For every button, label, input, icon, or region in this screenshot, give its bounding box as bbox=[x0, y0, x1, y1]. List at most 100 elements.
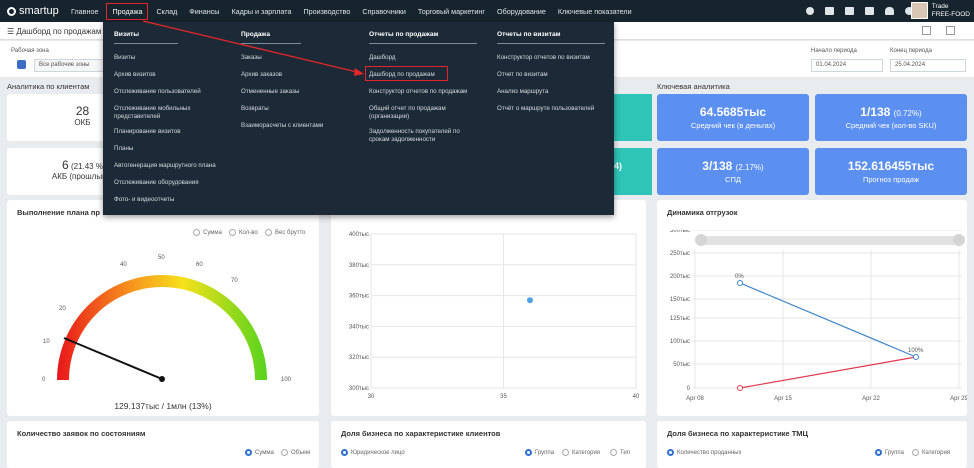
gauge-tick: 10 bbox=[43, 339, 50, 345]
menu-item-visit-report[interactable]: Отчет по визитам bbox=[497, 71, 548, 79]
radio-icon bbox=[193, 229, 200, 236]
nav-item-home[interactable]: Главное bbox=[65, 7, 104, 16]
ship-series-blue bbox=[739, 282, 917, 358]
kpi-value: 1/138 bbox=[860, 105, 891, 119]
nav-item-hr[interactable]: Кадры и зарплата bbox=[225, 7, 297, 16]
shipments-title: Динамика отгрузок bbox=[667, 208, 738, 217]
kpi-label: Средний чек (кол-во SKU) bbox=[845, 121, 937, 130]
orders-title: Количество заявок по состояниям bbox=[17, 429, 146, 438]
search-icon[interactable] bbox=[806, 7, 814, 15]
clients-share-title: Доля бизнеса по характеристике клиентов bbox=[341, 429, 501, 438]
menu-item-mobile-tracking[interactable]: Отслеживание мобильных представителей bbox=[114, 105, 214, 120]
scatter-x-tick: 35 bbox=[500, 394, 507, 400]
radio-clients-category[interactable]: Категория bbox=[562, 449, 600, 456]
kpi-pct: (0.72%) bbox=[893, 109, 922, 118]
main-nav: Главное Продажа Склад Финансы Кадры и за… bbox=[65, 0, 638, 22]
radio-icon bbox=[229, 229, 236, 236]
ship-label-b: 100% bbox=[908, 348, 924, 354]
radio-qty[interactable]: Кол-во bbox=[229, 229, 258, 236]
menu-item-plans[interactable]: Планы bbox=[114, 145, 133, 153]
radio-legal-entity[interactable]: Юридическое лицо bbox=[341, 449, 405, 456]
menu-item-route-analysis[interactable]: Анализ маршрута bbox=[497, 88, 548, 96]
menu-item-route-autogen[interactable]: Автогенерация маршрутного плана bbox=[114, 162, 216, 170]
scatter-y-tick: 320тыс bbox=[349, 355, 369, 361]
menu-icon[interactable]: ☰ bbox=[7, 27, 16, 36]
menu-item-settlements[interactable]: Взаиморасчеты с клиентами bbox=[241, 122, 323, 130]
radio-orders-sum[interactable]: Сумма bbox=[245, 449, 274, 456]
ship-x-tick: Apr 15 bbox=[774, 396, 792, 402]
radio-clients-type[interactable]: Тип bbox=[610, 449, 630, 456]
radio-weight[interactable]: Вес брутто bbox=[265, 229, 305, 236]
menu-item-photo-reports[interactable]: Фото- и видеоотчеты bbox=[114, 196, 174, 204]
nav-item-finance[interactable]: Финансы bbox=[183, 7, 225, 16]
menu-item-orders-archive[interactable]: Архив заказов bbox=[241, 71, 282, 79]
app-logo[interactable]: smartup bbox=[7, 5, 65, 17]
logo-icon bbox=[7, 6, 16, 16]
menu-item-debt-report[interactable]: Задолженность покупателей по срокам задо… bbox=[369, 128, 479, 143]
menu-item-user-route-report[interactable]: Отчёт о маршруте пользователей bbox=[497, 105, 594, 113]
work-zone-select[interactable]: Все рабочие зоны bbox=[34, 59, 104, 72]
kpi-spd: 3/138 (2.17%) СПД bbox=[657, 148, 809, 195]
list-icon[interactable] bbox=[825, 7, 834, 15]
menu-item-orders[interactable]: Заказы bbox=[241, 54, 262, 62]
user-name: Trade bbox=[931, 2, 949, 10]
plan-gauge: 0 10 20 40 50 60 70 100 bbox=[42, 255, 292, 383]
menu-item-dashboard[interactable]: Дашборд bbox=[369, 54, 396, 62]
radio-sold-qty[interactable]: Количество проданных bbox=[667, 449, 741, 456]
nav-item-equipment[interactable]: Оборудование bbox=[491, 7, 552, 16]
nav-item-references[interactable]: Справочники bbox=[356, 7, 412, 16]
ship-point bbox=[737, 385, 743, 391]
ship-x-tick: Apr 29 bbox=[950, 396, 967, 402]
avatar bbox=[910, 2, 928, 19]
menu-item-visit-report-builder[interactable]: Конструктор отчетов по визитам bbox=[497, 54, 590, 62]
clients-section-title: Аналитика по клиентам bbox=[7, 82, 90, 91]
radio-tmc-category[interactable]: Категория bbox=[912, 449, 950, 456]
menu-item-visits[interactable]: Визиты bbox=[114, 54, 135, 62]
ship-y-tick: 200тыс bbox=[670, 274, 690, 280]
view-toggle-icon[interactable] bbox=[922, 26, 931, 35]
kpi-avg-check-sku: 1/138 (0.72%) Средний чек (кол-во SKU) bbox=[815, 94, 967, 141]
work-zone-checkbox[interactable] bbox=[17, 60, 26, 69]
kpi-avg-check-money: 64.5685тыс Средний чек (в деньгах) bbox=[657, 94, 809, 141]
nav-item-trade-marketing[interactable]: Торговый маркетинг bbox=[412, 7, 491, 16]
radio-orders-volume[interactable]: Объем bbox=[281, 449, 310, 456]
nav-item-kpi[interactable]: Ключевые показатели bbox=[552, 7, 638, 16]
radio-clients-group[interactable]: Группа bbox=[525, 449, 554, 456]
kpi-label: Средний чек (в деньгах) bbox=[690, 121, 776, 130]
menu-item-equipment-tracking[interactable]: Отслеживание оборудования bbox=[114, 179, 199, 187]
plan-value-text: 129.137тыс / 1млн (13%) bbox=[114, 401, 212, 411]
radio-icon bbox=[341, 449, 348, 456]
teal-card-2: 4) bbox=[614, 148, 652, 195]
kpi-value: 152.616455тыс bbox=[847, 159, 935, 173]
nav-item-warehouse[interactable]: Склад bbox=[150, 7, 183, 16]
akb-value: 6 bbox=[62, 158, 69, 172]
radio-tmc-group[interactable]: Группа bbox=[875, 449, 904, 456]
user-menu[interactable]: Trade FREE-FOOD bbox=[910, 2, 970, 19]
menu-item-general-sales-report[interactable]: Общий отчет по продажам (организации) bbox=[369, 105, 479, 120]
scatter-x-tick: 30 bbox=[368, 394, 375, 400]
bell-icon[interactable] bbox=[885, 7, 894, 15]
ship-y-tick: 100тыс bbox=[670, 339, 690, 345]
nav-item-sales[interactable]: Продажа bbox=[106, 2, 149, 20]
nav-item-production[interactable]: Производство bbox=[297, 7, 356, 16]
radio-sum[interactable]: Сумма bbox=[193, 229, 222, 236]
sales-mega-menu: Визиты Визиты Архив визитов Отслеживание… bbox=[103, 22, 614, 215]
end-period-input[interactable]: 25.04.2024 bbox=[890, 59, 966, 72]
radio-icon bbox=[281, 449, 288, 456]
menu-heading: Продажа bbox=[241, 31, 270, 38]
grid-icon[interactable] bbox=[845, 7, 854, 15]
menu-item-sales-report-builder[interactable]: Конструктор отчетов по продажам bbox=[369, 88, 467, 96]
start-period-input[interactable]: 01.04.2024 bbox=[811, 59, 883, 72]
key-section-title: Ключевая аналитика bbox=[657, 82, 730, 91]
range-slider-handle-right bbox=[953, 234, 965, 246]
radio-icon bbox=[875, 449, 882, 456]
menu-item-visits-archive[interactable]: Архив визитов bbox=[114, 71, 156, 79]
kpi-label: Прогноз продаж bbox=[862, 175, 920, 184]
menu-item-user-tracking[interactable]: Отслеживание пользователей bbox=[114, 88, 201, 96]
gauge-needle bbox=[63, 337, 163, 380]
view-grid-icon[interactable] bbox=[946, 26, 955, 35]
menu-item-returns[interactable]: Возвраты bbox=[241, 105, 269, 113]
menu-item-visit-planning[interactable]: Планирование визитов bbox=[114, 128, 180, 136]
menu-item-cancelled-orders[interactable]: Отмененные заказы bbox=[241, 88, 299, 96]
building-icon[interactable] bbox=[865, 7, 874, 15]
